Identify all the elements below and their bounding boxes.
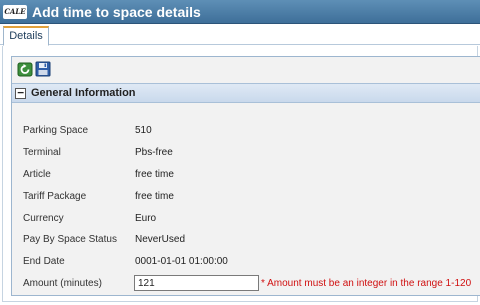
cale-logo: CALE [3,5,27,19]
save-floppy-icon[interactable] [35,61,51,77]
amount-label: Amount (minutes) [23,278,102,289]
field-label: Parking Space [23,125,89,136]
field-value: free time [135,169,174,180]
field-label: Terminal [23,147,61,158]
field-row-end-date: End Date 0001-01-01 01:00:00 [12,252,472,272]
title-bar: CALE Add time to space details [0,0,480,24]
field-row-currency: Currency Euro [12,209,472,229]
field-value: 510 [135,125,152,136]
collapse-icon[interactable]: − [15,87,26,99]
window-title: Add time to space details [32,4,201,20]
section-title: General Information [31,87,136,99]
field-value: free time [135,191,174,202]
field-value: Euro [135,213,157,224]
amount-error-message: * Amount must be an integer in the range… [261,278,472,289]
amount-input[interactable] [134,275,259,291]
tab-content: − General Information Parking Space 510 … [2,46,480,302]
field-row-parking-space: Parking Space 510 [12,121,472,141]
field-label: Currency [23,213,64,224]
tab-details[interactable]: Details [3,26,49,46]
general-information-header[interactable]: − General Information [12,83,480,103]
field-label: Pay By Space Status [23,234,117,245]
field-row-article: Article free time [12,165,472,185]
field-row-tariff-package: Tariff Package free time [12,187,472,207]
field-value: NeverUsed [135,234,186,245]
field-label: Article [23,169,51,180]
field-row-pay-by-space-status: Pay By Space Status NeverUsed [12,230,472,250]
field-row-terminal: Terminal Pbs-free [12,143,472,163]
field-label: End Date [23,256,65,267]
refresh-back-icon[interactable] [17,61,33,77]
field-label: Tariff Package [23,191,87,202]
tab-strip: Details [0,24,480,46]
field-value: Pbs-free [135,147,173,158]
details-panel: − General Information Parking Space 510 … [11,56,480,296]
field-value: 0001-01-01 01:00:00 [135,256,228,267]
field-row-amount: Amount (minutes) * Amount must be an int… [12,274,472,294]
